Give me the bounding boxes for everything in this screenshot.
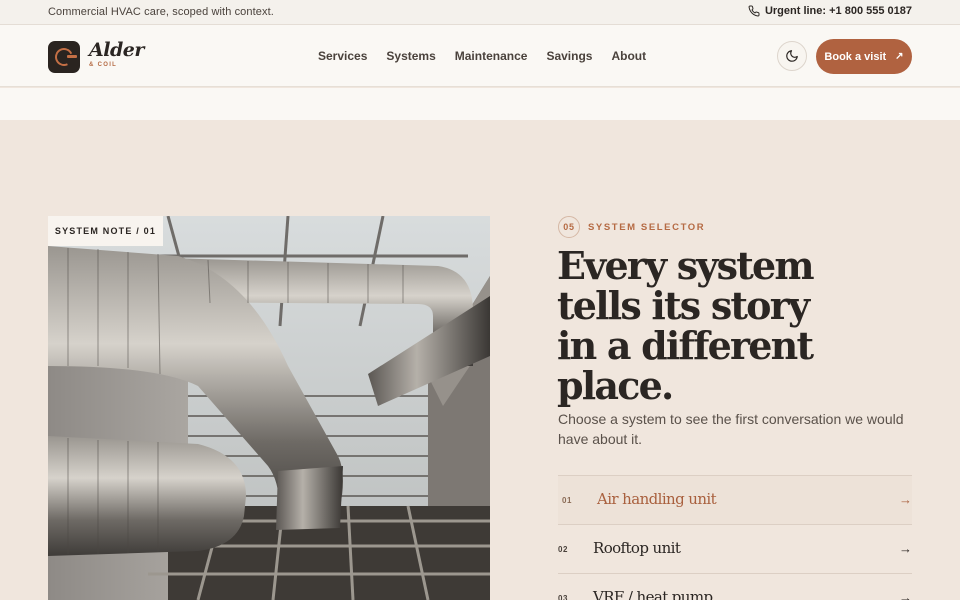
header-spacer: [0, 88, 960, 120]
arrow-up-right-icon: ↗: [895, 51, 904, 62]
system-item-rooftop[interactable]: 02 Rooftop unit →: [558, 524, 912, 573]
section-lede: Choose a system to see the first convers…: [558, 411, 904, 447]
arrow-right-icon: →: [899, 541, 912, 556]
headline-line-3: in a different: [557, 323, 814, 368]
headline-line-4: place.: [557, 363, 674, 408]
arrow-right-icon: →: [899, 492, 912, 507]
phone-icon: [748, 5, 760, 17]
system-list: 01 Air handling unit → 02 Rooftop unit →…: [558, 475, 912, 600]
step-number-badge: 05: [558, 216, 580, 238]
brand-sub: & COIL: [89, 62, 118, 68]
nav-systems[interactable]: Systems: [386, 49, 435, 63]
arrow-right-icon: →: [899, 590, 912, 600]
book-visit-button[interactable]: Book a visit ↗: [816, 39, 912, 74]
nav-services[interactable]: Services: [318, 49, 367, 63]
theme-toggle-button[interactable]: [777, 41, 807, 71]
nav-maintenance[interactable]: Maintenance: [455, 49, 528, 63]
urgent-line-link[interactable]: Urgent line: +1 800 555 0187: [748, 5, 912, 17]
book-visit-label: Book a visit: [824, 50, 887, 63]
brand-name[interactable]: Alder: [89, 39, 144, 61]
site-header: Alder & COIL Services Systems Maintenanc…: [0, 25, 960, 87]
nav-about[interactable]: About: [611, 49, 646, 63]
ductwork-photo: [48, 216, 490, 600]
system-item-vrf[interactable]: 03 VRF / heat pump →: [558, 573, 912, 600]
urgent-line-text: Urgent line: +1 800 555 0187: [764, 5, 912, 17]
system-item-number: 01: [562, 496, 572, 505]
system-item-label: Air handling unit: [597, 490, 717, 508]
system-item-label: VRF / heat pump: [593, 588, 713, 600]
headline-line-1: Every system: [557, 243, 815, 288]
main-nav: Services Systems Maintenance Savings Abo…: [318, 49, 646, 63]
utility-bar: Commercial HVAC care, scoped with contex…: [0, 0, 960, 25]
moon-icon: [786, 50, 798, 62]
tagline: Commercial HVAC care, scoped with contex…: [48, 6, 274, 18]
nav-savings[interactable]: Savings: [546, 49, 592, 63]
system-item-air-handling[interactable]: 01 Air handling unit →: [558, 475, 912, 524]
system-item-number: 02: [558, 545, 568, 554]
section-headline: Every system tells its story in a differ…: [557, 246, 857, 406]
system-item-label: Rooftop unit: [593, 539, 681, 557]
system-note-tag: SYSTEM NOTE / 01: [48, 216, 163, 246]
logo-icon[interactable]: [48, 41, 80, 73]
headline-line-2: tells its story: [557, 283, 810, 328]
system-item-number: 03: [558, 594, 568, 600]
section-eyebrow: SYSTEM SELECTOR: [588, 222, 706, 233]
